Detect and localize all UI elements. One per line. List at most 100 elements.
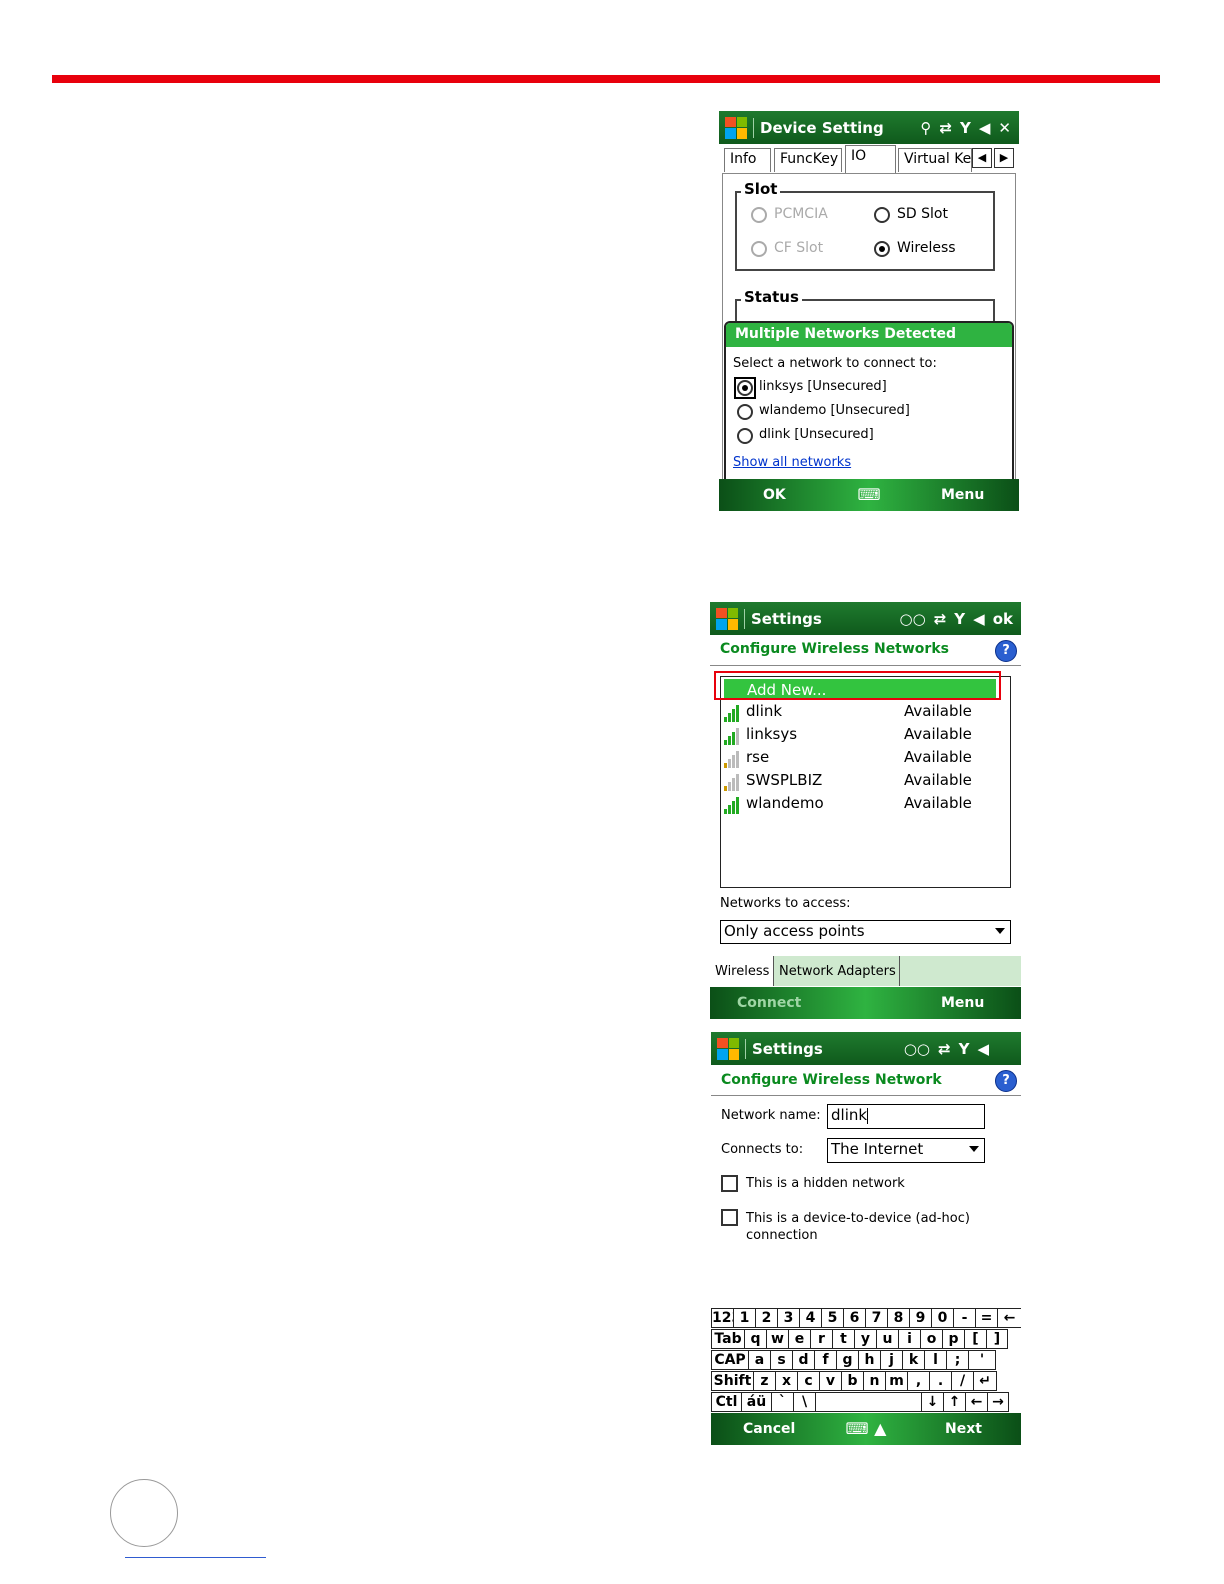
keyboard-key[interactable]: ` [771,1392,793,1412]
volume-muted-icon[interactable]: ◀ [979,119,991,137]
keyboard-key[interactable]: n [863,1371,885,1391]
keyboard-key[interactable]: / [951,1371,973,1391]
keyboard-key[interactable]: 8 [887,1308,909,1328]
keyboard-key[interactable]: o [920,1329,942,1349]
keyboard-key[interactable]: v [819,1371,841,1391]
keyboard-key[interactable]: 123 [711,1308,733,1328]
network-radio-wlandemo[interactable] [737,404,753,420]
windows-start-icon[interactable] [716,607,738,630]
tab-wireless[interactable]: Wireless [710,956,773,986]
next-softkey[interactable]: Next [945,1421,982,1437]
list-item[interactable]: wlandemo Available [722,794,1007,816]
connect-softkey[interactable]: Connect [737,995,801,1011]
tab-scroll-left-button[interactable]: ◀ [972,148,992,168]
windows-start-icon[interactable] [725,116,747,139]
signal-icon[interactable]: Y [959,1040,970,1058]
adhoc-checkbox[interactable] [721,1209,738,1226]
keyboard-key[interactable]: u [876,1329,898,1349]
keyboard-toggle-icon[interactable]: ⌨ ▲ [846,1419,887,1438]
keyboard-key[interactable]: , [907,1371,929,1391]
keyboard-key[interactable]: 0 [931,1308,953,1328]
keyboard-key[interactable]: [ [964,1329,986,1349]
keyboard-key[interactable]: 3 [777,1308,799,1328]
tab-funckey[interactable]: FuncKey [774,148,842,172]
keyboard-key[interactable]: 7 [865,1308,887,1328]
network-label-wlandemo[interactable]: wlandemo [Unsecured] [759,403,910,418]
list-item[interactable]: linksys Available [722,725,1007,747]
volume-muted-icon[interactable]: ◀ [977,1040,989,1058]
keyboard-key[interactable]: y [854,1329,876,1349]
tab-io[interactable]: IO [845,145,896,174]
tab-scroll-right-button[interactable]: ▶ [994,148,1014,168]
keyboard-key[interactable]: k [902,1350,924,1370]
networks-to-access-dropdown[interactable]: Only access points [720,920,1011,944]
keyboard-key[interactable]: e [788,1329,810,1349]
tab-virtual-key[interactable]: Virtual Key [898,148,972,172]
keyboard-icon[interactable]: ⌨ [857,485,880,504]
keyboard-key[interactable]: q [744,1329,766,1349]
keyboard-key[interactable]: áü [741,1392,771,1412]
keyboard-key[interactable]: - [953,1308,975,1328]
network-label-linksys[interactable]: linksys [Unsecured] [759,379,887,394]
data-sync-icon[interactable]: ⇄ [938,1040,951,1058]
keyboard-key[interactable]: 1 [733,1308,755,1328]
network-radio-linksys[interactable] [737,380,753,396]
keyboard-key[interactable]: ↑ [943,1392,965,1412]
keyboard-key[interactable]: ← [965,1392,987,1412]
sd-slot-radio[interactable] [874,207,890,223]
connectivity-icon[interactable]: ⚲ [920,119,931,137]
tab-network-adapters[interactable]: Network Adapters [773,956,900,986]
keyboard-key[interactable]: f [814,1350,836,1370]
keyboard-key[interactable]: r [810,1329,832,1349]
keyboard-key[interactable]: ' [968,1350,996,1370]
keyboard-key[interactable]: b [841,1371,863,1391]
cf-slot-radio[interactable] [751,241,767,257]
keyboard-key[interactable]: a [748,1350,770,1370]
close-icon[interactable]: ✕ [998,119,1011,137]
keyboard-key[interactable]: d [792,1350,814,1370]
keyboard-key[interactable]: h [858,1350,880,1370]
keyboard-key[interactable]: 9 [909,1308,931,1328]
data-sync-icon[interactable]: ⇄ [934,610,947,628]
keyboard-key[interactable]: → [987,1392,1009,1412]
list-item[interactable]: dlink Available [722,702,1007,724]
keyboard-key[interactable]: c [797,1371,819,1391]
keyboard-key[interactable]: t [832,1329,854,1349]
keyboard-key[interactable]: p [942,1329,964,1349]
help-icon[interactable]: ? [995,1070,1017,1092]
keyboard-key[interactable]: s [770,1350,792,1370]
voicemail-icon[interactable]: ○○ [900,610,926,628]
network-name-input[interactable]: dlink [827,1104,985,1129]
keyboard-key[interactable]: i [898,1329,920,1349]
windows-start-icon[interactable] [717,1037,739,1060]
pcmcia-radio[interactable] [751,207,767,223]
keyboard-key[interactable]: 5 [821,1308,843,1328]
hidden-network-checkbox[interactable] [721,1175,738,1192]
keyboard-key[interactable]: . [929,1371,951,1391]
menu-softkey[interactable]: Menu [941,487,984,503]
keyboard-key[interactable]: x [775,1371,797,1391]
keyboard-key[interactable]: 2 [755,1308,777,1328]
keyboard-key[interactable]: m [885,1371,907,1391]
keyboard-key[interactable]: Shift [711,1371,753,1391]
keyboard-key[interactable]: Tab [711,1329,744,1349]
show-all-networks-link[interactable]: Show all networks [733,455,851,470]
keyboard-key[interactable]: \ [793,1392,815,1412]
keyboard-key[interactable]: ↵ [973,1371,997,1391]
keyboard-key[interactable]: l [924,1350,946,1370]
keyboard-key[interactable]: 6 [843,1308,865,1328]
keyboard-key[interactable]: g [836,1350,858,1370]
keyboard-key[interactable]: j [880,1350,902,1370]
tab-info[interactable]: Info [724,148,771,172]
keyboard-key[interactable]: z [753,1371,775,1391]
key-space[interactable] [815,1392,921,1412]
keyboard-key[interactable]: Ctl [711,1392,741,1412]
keyboard-key[interactable]: 4 [799,1308,821,1328]
keyboard-key[interactable]: ] [986,1329,1008,1349]
signal-icon[interactable]: Y [960,119,971,137]
keyboard-key[interactable]: CAP [711,1350,748,1370]
network-radio-dlink[interactable] [737,428,753,444]
voicemail-icon[interactable]: ○○ [904,1040,930,1058]
connects-to-dropdown[interactable]: The Internet [827,1138,985,1163]
cancel-softkey[interactable]: Cancel [743,1421,795,1437]
